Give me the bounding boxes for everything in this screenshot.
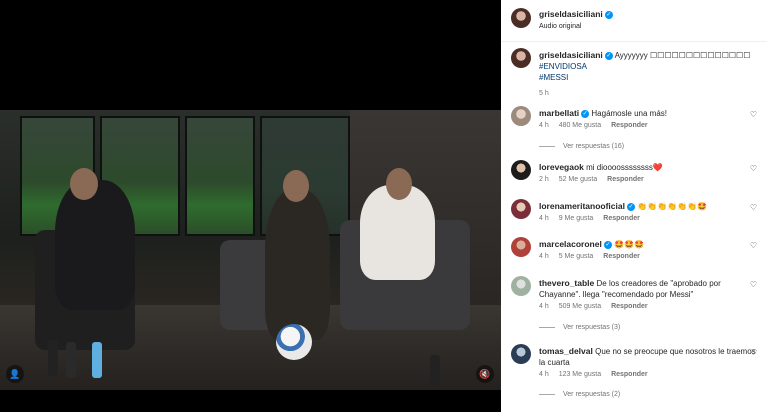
bottle (48, 340, 58, 376)
comment-username[interactable]: marcelacoronel (539, 239, 602, 249)
heart-icon[interactable]: ♡ (750, 348, 757, 357)
comment-text: marcelacoronel ✓ 🤩🤩🤩 (539, 239, 759, 250)
caption-username[interactable]: griseldasiciliani (539, 50, 603, 60)
comment-body: 🤩🤩🤩 (614, 240, 644, 249)
view-replies-label: Ver respuestas (16) (563, 143, 625, 150)
audio-link[interactable]: Audio original (539, 23, 581, 30)
bottle (66, 342, 76, 378)
verified-badge-icon: ✓ (604, 10, 613, 19)
hashtag-link[interactable]: #MESSI (539, 72, 759, 83)
reply-button[interactable]: Responder (603, 253, 640, 260)
instagram-post-page: 👤 🔇 griseldasiciliani ✓ Audio original gr… (0, 0, 767, 412)
replies-divider (539, 145, 555, 147)
user-tag-icon[interactable]: 👤 (6, 365, 24, 383)
reply-button[interactable]: Responder (603, 215, 640, 222)
comment-username[interactable]: lorenameritanooficial (539, 201, 625, 211)
view-replies-button[interactable]: Ver respuestas (2) (539, 391, 620, 398)
view-replies-button[interactable]: Ver respuestas (3) (539, 324, 620, 331)
comments-panel: griseldasiciliani ✓ Audio original grisel… (501, 0, 767, 412)
bottle (430, 355, 440, 390)
reply-button[interactable]: Responder (607, 176, 644, 183)
comment-text: lorevegaok mi dioooossssssss❤️ (539, 162, 759, 173)
reply-button[interactable]: Responder (611, 122, 648, 129)
view-replies-button[interactable]: Ver respuestas (16) (539, 143, 624, 150)
comment-username[interactable]: marbellati (539, 108, 579, 118)
comment-meta: 4 h 5 Me gusta Responder (539, 253, 648, 260)
person-middle (265, 190, 330, 340)
verified-badge-icon: ✓ (603, 240, 612, 249)
comment-text: lorenameritanooficial ✓ 👏👏👏👏👏👏🤩 (539, 201, 759, 212)
heart-icon[interactable]: ♡ (750, 203, 757, 212)
avatar[interactable] (511, 199, 531, 219)
header-user: griseldasiciliani ✓ (539, 9, 613, 19)
comment-time[interactable]: 2 h (539, 176, 549, 183)
caption-time[interactable]: 5 h (539, 90, 549, 97)
verified-badge-icon: ✓ (604, 51, 613, 60)
stadium-window (185, 116, 255, 236)
comment-likes[interactable]: 480 Me gusta (559, 122, 601, 129)
comment-username[interactable]: lorevegaok (539, 162, 584, 172)
person-left (55, 180, 135, 310)
comment-meta: 4 h 480 Me gusta Responder (539, 122, 656, 129)
reply-button[interactable]: Responder (611, 303, 648, 310)
post-header: griseldasiciliani ✓ Audio original (501, 0, 767, 42)
comment-time[interactable]: 4 h (539, 371, 549, 378)
comment-body: Hagámosle una más! (591, 109, 667, 118)
avatar[interactable] (511, 106, 531, 126)
comment-likes[interactable]: 509 Me gusta (559, 303, 601, 310)
avatar[interactable] (511, 160, 531, 180)
avatar[interactable] (511, 48, 531, 68)
view-replies-label: Ver respuestas (3) (563, 324, 621, 331)
comment-username[interactable]: thevero_table (539, 278, 594, 288)
heart-icon[interactable]: ♡ (750, 110, 757, 119)
heart-icon[interactable]: ♡ (750, 280, 757, 289)
comment-text: thevero_table De los creadores de "aprob… (539, 278, 759, 300)
comment-likes[interactable]: 52 Me gusta (559, 176, 598, 183)
hashtag-link[interactable]: #ENVIDIOSA (539, 61, 759, 72)
avatar[interactable] (511, 8, 531, 28)
replies-divider (539, 393, 555, 395)
verified-badge-icon: ✓ (626, 202, 635, 211)
caption-body: Ayyyyyyy ☐☐☐☐☐☐☐☐☐☐☐☐☐☐ (614, 51, 751, 60)
comment-meta: 4 h 509 Me gusta Responder (539, 303, 656, 310)
comment-likes[interactable]: 9 Me gusta (559, 215, 594, 222)
verified-badge-icon: ✓ (581, 109, 590, 118)
media-pane: 👤 🔇 (0, 0, 501, 412)
soccer-ball (276, 324, 312, 360)
avatar[interactable] (511, 344, 531, 364)
comment-time[interactable]: 4 h (539, 303, 549, 310)
comment-time[interactable]: 4 h (539, 122, 549, 129)
post-video[interactable] (0, 110, 501, 390)
comments-list: griseldasiciliani ✓ Ayyyyyyy ☐☐☐☐☐☐☐☐☐☐☐☐… (501, 42, 767, 412)
replies-divider (539, 326, 555, 328)
header-username[interactable]: griseldasiciliani (539, 9, 603, 19)
comment-likes[interactable]: 5 Me gusta (559, 253, 594, 260)
comment-username[interactable]: tomas_delval (539, 346, 593, 356)
comment-text: tomas_delval Que no se preocupe que noso… (539, 346, 759, 368)
bottle (92, 342, 102, 378)
comment-body: mi dioooossssssss❤️ (586, 163, 663, 172)
comment-time[interactable]: 4 h (539, 253, 549, 260)
comment-meta: 2 h 52 Me gusta Responder (539, 176, 652, 183)
comment-meta: 4 h 9 Me gusta Responder (539, 215, 648, 222)
person-head (283, 170, 309, 202)
comment-time[interactable]: 4 h (539, 215, 549, 222)
mute-icon[interactable]: 🔇 (476, 365, 494, 383)
person-head (386, 168, 412, 200)
heart-icon[interactable]: ♡ (750, 164, 757, 173)
caption-text: griseldasiciliani ✓ Ayyyyyyy ☐☐☐☐☐☐☐☐☐☐☐☐… (539, 50, 759, 83)
comment-text: marbellati ✓ Hagámosle una más! (539, 108, 759, 119)
person-head (70, 168, 98, 200)
heart-icon[interactable]: ♡ (750, 241, 757, 250)
view-replies-label: Ver respuestas (2) (563, 391, 621, 398)
caption-meta: 5 h (539, 90, 557, 97)
reply-button[interactable]: Responder (611, 371, 648, 378)
comment-body: 👏👏👏👏👏👏🤩 (637, 202, 707, 211)
comment-likes[interactable]: 123 Me gusta (559, 371, 601, 378)
avatar[interactable] (511, 237, 531, 257)
comment-meta: 4 h 123 Me gusta Responder (539, 371, 656, 378)
avatar[interactable] (511, 276, 531, 296)
